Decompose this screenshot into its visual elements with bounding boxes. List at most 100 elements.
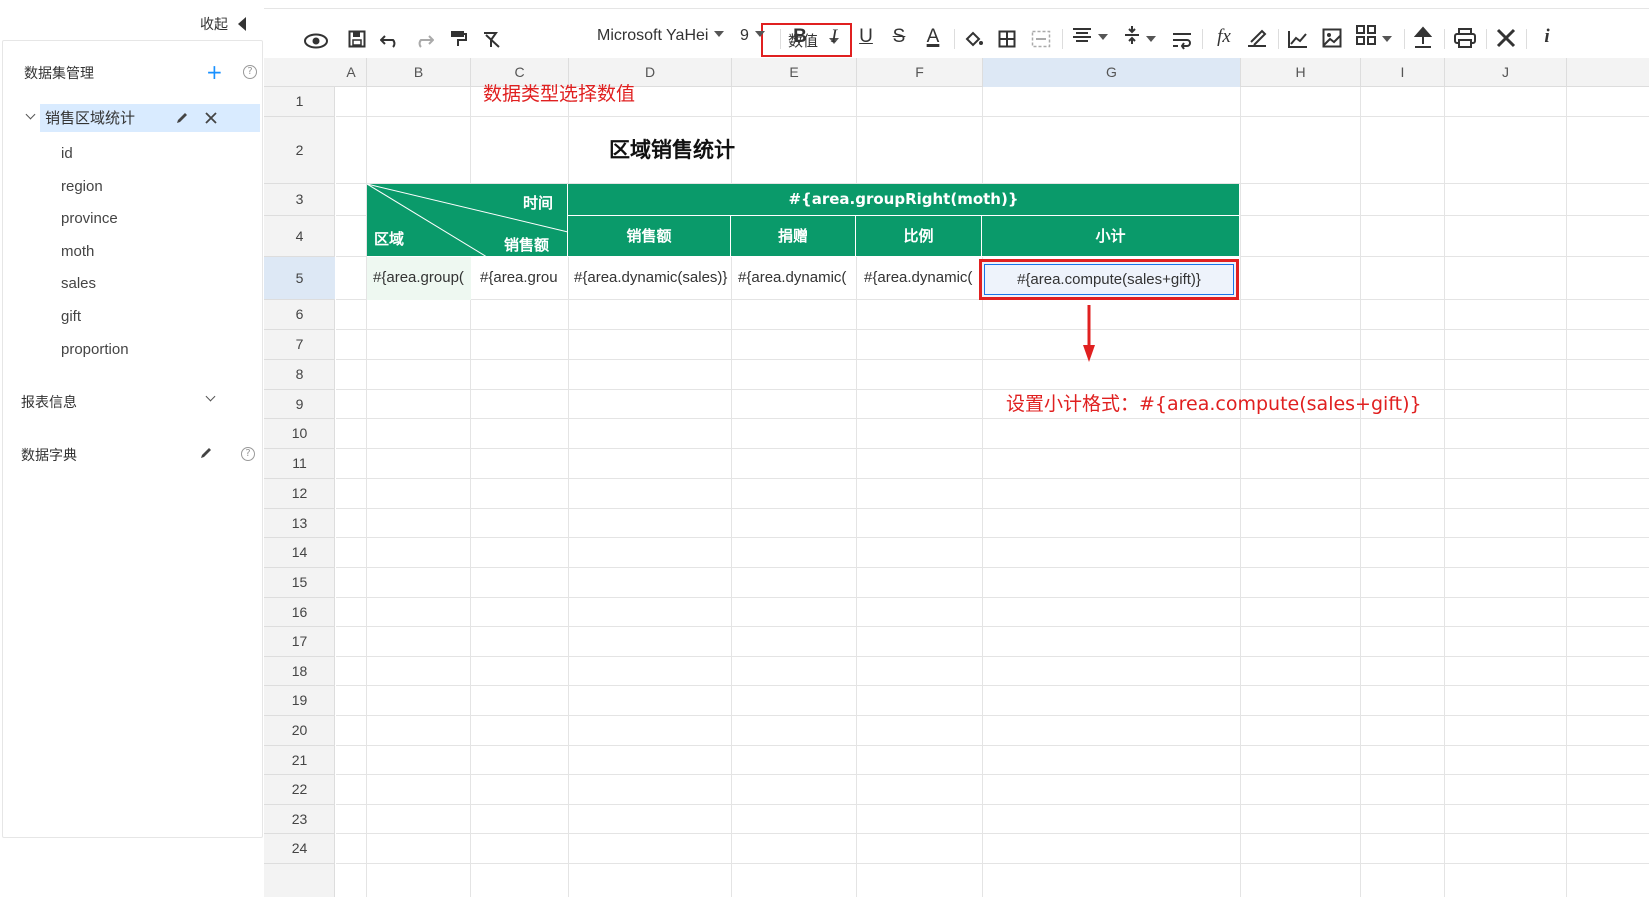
diag-sales-label: 销售额 [503, 236, 549, 254]
column-header-a[interactable]: A [336, 58, 367, 87]
font-family-select[interactable]: Microsoft YaHei [597, 24, 725, 48]
edit-icon[interactable] [175, 111, 189, 125]
clear-format-icon[interactable] [483, 28, 501, 52]
group-right-header[interactable]: #{area.groupRight(moth)} [568, 184, 1240, 216]
grid-row-line [336, 597, 1649, 598]
column-header-e[interactable]: E [732, 58, 857, 87]
field-item-moth[interactable]: moth [61, 243, 94, 260]
column-header-h[interactable]: H [1241, 58, 1361, 87]
info-button[interactable]: i [1540, 25, 1554, 49]
cell-c5[interactable]: #{area.grou [480, 269, 568, 286]
italic-button[interactable]: I [824, 25, 844, 49]
qrcode-select[interactable] [1356, 25, 1392, 49]
image-icon[interactable] [1322, 26, 1342, 50]
field-item-id[interactable]: id [61, 145, 73, 162]
row-header-6[interactable]: 6 [264, 300, 335, 330]
row-header-12[interactable]: 12 [264, 479, 335, 509]
grid-row-line [336, 418, 1649, 419]
format-painter-icon[interactable] [450, 27, 468, 51]
row-header-5[interactable]: 5 [264, 257, 335, 300]
field-item-province[interactable]: province [61, 210, 118, 227]
grid-row-line [336, 804, 1649, 805]
grid-row-line [336, 448, 1649, 449]
row-header-11[interactable]: 11 [264, 449, 335, 479]
row-header-7[interactable]: 7 [264, 330, 335, 360]
save-icon[interactable] [348, 27, 366, 51]
row-header-2[interactable]: 2 [264, 117, 335, 184]
header-ratio[interactable]: 比例 [856, 216, 982, 257]
merge-cells-icon[interactable] [1031, 27, 1051, 51]
align-horizontal-select[interactable] [1072, 25, 1108, 49]
header-subtotal[interactable]: 小计 [982, 216, 1240, 257]
field-item-proportion[interactable]: proportion [61, 341, 129, 358]
border-icon[interactable] [998, 27, 1016, 51]
row-header-18[interactable]: 18 [264, 657, 335, 686]
cell-e5[interactable]: #{area.dynamic( [738, 269, 854, 286]
row-header-19[interactable]: 19 [264, 686, 335, 716]
row-header-22[interactable]: 22 [264, 775, 335, 805]
help-icon[interactable]: ? [241, 447, 255, 461]
tools-icon[interactable] [1496, 26, 1516, 50]
row-header-3[interactable]: 3 [264, 184, 335, 216]
arrow-down-icon [1083, 305, 1095, 362]
row-header-1[interactable]: 1 [264, 87, 335, 117]
chart-icon[interactable] [1288, 27, 1308, 51]
add-dataset-icon[interactable]: + [206, 62, 223, 82]
print-icon[interactable] [1454, 26, 1476, 50]
formula-button[interactable]: fx [1212, 25, 1236, 49]
field-item-sales[interactable]: sales [61, 275, 96, 292]
cell-f5[interactable]: #{area.dynamic( [864, 269, 980, 286]
redo-icon[interactable] [414, 29, 434, 53]
column-header-f[interactable]: F [857, 58, 983, 87]
underline-button[interactable]: U [856, 25, 876, 49]
font-size-select[interactable]: 9 [740, 24, 765, 48]
dataset-item[interactable]: 销售区域统计 [40, 104, 260, 132]
undo-icon[interactable] [380, 29, 400, 53]
cell-g5: #{area.compute(sales+gift)} [1017, 271, 1201, 288]
row-header-20[interactable]: 20 [264, 716, 335, 746]
row-header-bar: 1 2 3 4 5 6 7 8 9 10 11 12 13 14 15 16 17 18 19 20 21 22 23 24 [264, 87, 335, 897]
field-item-gift[interactable]: gift [61, 308, 81, 325]
upload-icon[interactable] [1414, 25, 1432, 49]
column-header-g[interactable]: G [983, 58, 1241, 87]
grid-row-line [336, 359, 1649, 360]
collapse-button[interactable]: 收起 [200, 14, 246, 34]
align-vertical-select[interactable] [1124, 25, 1156, 49]
close-icon[interactable] [205, 112, 217, 124]
row-header-13[interactable]: 13 [264, 509, 335, 538]
column-header-j[interactable]: J [1445, 58, 1567, 87]
diagonal-header-cell[interactable]: 时间 区域 销售额 [367, 184, 568, 257]
column-header-b[interactable]: B [367, 58, 471, 87]
field-item-region[interactable]: region [61, 178, 103, 195]
row-header-14[interactable]: 14 [264, 538, 335, 568]
row-header-9[interactable]: 9 [264, 390, 335, 419]
clear-icon[interactable] [1246, 26, 1268, 50]
bold-button[interactable]: B [790, 25, 810, 49]
row-header-15[interactable]: 15 [264, 568, 335, 598]
row-header-23[interactable]: 23 [264, 805, 335, 834]
header-sales[interactable]: 销售额 [568, 216, 731, 257]
edit-icon[interactable] [199, 446, 213, 460]
row-header-16[interactable]: 16 [264, 598, 335, 627]
row-header-17[interactable]: 17 [264, 627, 335, 657]
help-icon[interactable]: ? [243, 65, 257, 79]
report-title[interactable]: 区域销售统计 [609, 134, 735, 164]
header-gift[interactable]: 捐赠 [731, 216, 856, 257]
preview-eye-icon[interactable] [304, 29, 328, 53]
row-header-21[interactable]: 21 [264, 746, 335, 775]
row-header-4[interactable]: 4 [264, 216, 335, 257]
strikethrough-button[interactable]: S [889, 25, 909, 49]
font-color-button[interactable]: A [922, 25, 944, 49]
column-header-i[interactable]: I [1361, 58, 1445, 87]
cell-d5[interactable]: #{area.dynamic(sales)} [574, 269, 730, 286]
selected-cell-g5[interactable]: #{area.compute(sales+gift)} [979, 259, 1239, 300]
grid-column-line [1444, 87, 1445, 897]
fill-color-icon[interactable] [964, 27, 984, 51]
cell-b5[interactable]: #{area.group( [373, 269, 469, 286]
cell-area[interactable]: 区域销售统计 时间 区域 销售额 #{area.groupRight(moth)… [336, 83, 1649, 897]
row-header-24[interactable]: 24 [264, 834, 335, 864]
text-wrap-icon[interactable] [1172, 28, 1192, 52]
toolbar-divider [1202, 29, 1203, 49]
row-header-10[interactable]: 10 [264, 419, 335, 449]
row-header-8[interactable]: 8 [264, 360, 335, 390]
